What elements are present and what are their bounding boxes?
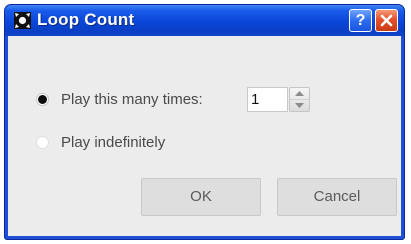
help-button[interactable]: ? xyxy=(349,9,372,32)
loop-count-stepper[interactable] xyxy=(289,87,310,112)
play-indefinitely-option[interactable]: Play indefinitely xyxy=(36,134,165,151)
dialog-body: Play this many times: 1 Play indefinitel… xyxy=(8,36,401,236)
play-times-radio[interactable] xyxy=(36,93,49,106)
play-times-option[interactable]: Play this many times: xyxy=(36,91,203,108)
close-icon xyxy=(380,14,393,27)
ok-button[interactable]: OK xyxy=(141,178,261,216)
chevron-down-icon xyxy=(295,103,304,108)
cancel-button[interactable]: Cancel xyxy=(277,178,397,216)
app-icon xyxy=(14,12,31,29)
loop-count-dialog: Loop Count ? Play this many times: 1 Pla… xyxy=(4,4,405,240)
chevron-up-icon xyxy=(295,91,304,96)
close-button[interactable] xyxy=(375,9,398,32)
play-times-label: Play this many times: xyxy=(61,91,203,108)
decrement-button[interactable] xyxy=(290,100,309,111)
play-indefinitely-radio[interactable] xyxy=(36,136,49,149)
window-title: Loop Count xyxy=(37,10,135,29)
play-indefinitely-label: Play indefinitely xyxy=(61,134,166,151)
loop-count-input[interactable]: 1 xyxy=(247,87,288,112)
increment-button[interactable] xyxy=(290,88,309,100)
title-bar[interactable]: Loop Count ? xyxy=(5,5,404,36)
